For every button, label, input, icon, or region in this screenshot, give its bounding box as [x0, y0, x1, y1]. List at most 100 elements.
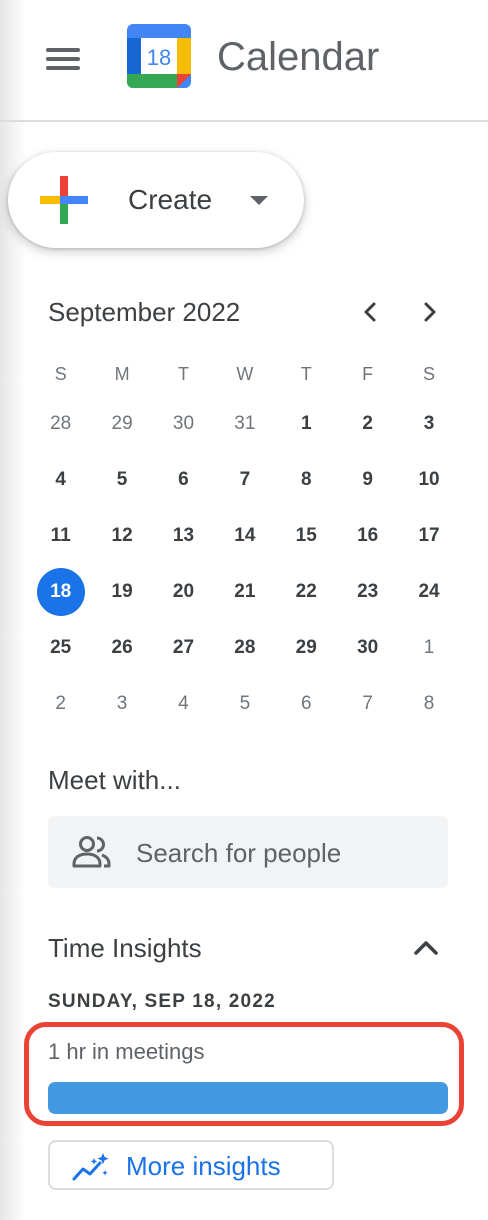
- day-number[interactable]: 8: [405, 680, 453, 728]
- day-number[interactable]: 30: [344, 624, 392, 672]
- day-number[interactable]: 15: [282, 512, 330, 560]
- day-number[interactable]: 3: [405, 400, 453, 448]
- day-number[interactable]: 16: [344, 512, 392, 560]
- day-number[interactable]: 12: [98, 512, 146, 560]
- day-number[interactable]: 4: [159, 680, 207, 728]
- create-button[interactable]: Create: [8, 152, 304, 248]
- weekday-label: W: [236, 363, 254, 384]
- chevron-up-icon[interactable]: [408, 932, 444, 964]
- day-cell: 9: [337, 452, 398, 508]
- meet-with-heading: Meet with...: [48, 765, 181, 795]
- day-number[interactable]: 6: [159, 456, 207, 504]
- day-number[interactable]: 14: [221, 512, 269, 560]
- day-number[interactable]: 8: [282, 456, 330, 504]
- day-number[interactable]: 7: [344, 680, 392, 728]
- weekday-label: S: [54, 363, 67, 384]
- weekday-label: M: [114, 363, 130, 384]
- day-cell: 29: [276, 620, 337, 676]
- day-cell: 20: [153, 564, 214, 620]
- search-people-placeholder: Search for people: [136, 838, 342, 868]
- day-number[interactable]: 30: [159, 400, 207, 448]
- day-cell: 7: [214, 452, 275, 508]
- create-label: Create: [128, 184, 213, 215]
- search-people-input[interactable]: Search for people: [48, 816, 448, 888]
- people-icon: [72, 836, 111, 868]
- day-cell: 1: [398, 620, 459, 676]
- day-number[interactable]: 19: [98, 568, 146, 616]
- more-insights-button[interactable]: More insights: [48, 1140, 334, 1190]
- day-cell: 18: [30, 564, 91, 620]
- google-plus-icon: [40, 176, 88, 224]
- logo-day-number: 18: [147, 45, 171, 70]
- weekday-cell: S: [398, 352, 459, 396]
- weekday-header-row: SMTWTFS: [30, 352, 460, 396]
- weekday-cell: M: [91, 352, 152, 396]
- day-cell: 14: [214, 508, 275, 564]
- day-number[interactable]: 23: [344, 568, 392, 616]
- day-number[interactable]: 5: [98, 456, 146, 504]
- more-insights-label: More insights: [126, 1151, 281, 1181]
- meetings-progress-bar[interactable]: [48, 1082, 448, 1114]
- day-cell: 13: [153, 508, 214, 564]
- day-number[interactable]: 6: [282, 680, 330, 728]
- day-cell: 1: [276, 396, 337, 452]
- day-number[interactable]: 28: [221, 624, 269, 672]
- week-row: 2345678: [30, 676, 460, 732]
- weekday-label: T: [177, 363, 189, 384]
- day-cell: 5: [91, 452, 152, 508]
- day-number[interactable]: 31: [221, 400, 269, 448]
- day-cell: 24: [398, 564, 459, 620]
- day-cell: 17: [398, 508, 459, 564]
- day-number[interactable]: 17: [405, 512, 453, 560]
- day-number[interactable]: 7: [221, 456, 269, 504]
- day-number[interactable]: 29: [98, 400, 146, 448]
- insights-sparkle-icon: [72, 1153, 109, 1181]
- day-cell: 3: [91, 676, 152, 732]
- day-cell: 25: [30, 620, 91, 676]
- caret-down-icon[interactable]: [250, 196, 268, 205]
- day-cell: 31: [214, 396, 275, 452]
- day-today[interactable]: 18: [36, 568, 85, 616]
- day-number[interactable]: 11: [37, 512, 85, 560]
- day-cell: 3: [398, 396, 459, 452]
- day-number[interactable]: 5: [221, 680, 269, 728]
- calendar-logo-icon: 18: [127, 24, 191, 88]
- day-number[interactable]: 13: [159, 512, 207, 560]
- day-number[interactable]: 2: [37, 680, 85, 728]
- day-cell: 29: [91, 396, 152, 452]
- meetings-progress-fill: [48, 1082, 448, 1114]
- day-number[interactable]: 9: [344, 456, 392, 504]
- day-number[interactable]: 2: [344, 400, 392, 448]
- meetings-summary-text: 1 hr in meetings: [48, 1039, 205, 1064]
- day-number[interactable]: 26: [98, 624, 146, 672]
- day-cell: 30: [337, 620, 398, 676]
- week-row: 28 29 30 31 1 2 3: [30, 396, 460, 452]
- chevron-left-icon[interactable]: [356, 296, 384, 328]
- day-number[interactable]: 1: [405, 624, 453, 672]
- day-number[interactable]: 10: [405, 456, 453, 504]
- day-cell: 2: [337, 396, 398, 452]
- day-number[interactable]: 3: [98, 680, 146, 728]
- day-number[interactable]: 25: [37, 624, 85, 672]
- day-cell: 22: [276, 564, 337, 620]
- day-number[interactable]: 1: [282, 400, 330, 448]
- day-cell: 28: [214, 620, 275, 676]
- day-cell: 6: [153, 452, 214, 508]
- day-number[interactable]: 29: [282, 624, 330, 672]
- day-number[interactable]: 21: [221, 568, 269, 616]
- day-number[interactable]: 20: [159, 568, 207, 616]
- day-number[interactable]: 28: [37, 400, 85, 448]
- day-number[interactable]: 27: [159, 624, 207, 672]
- day-number[interactable]: 24: [405, 568, 453, 616]
- chevron-right-icon[interactable]: [416, 296, 444, 328]
- day-number[interactable]: 4: [37, 456, 85, 504]
- week-row: 11 12 13 14 15 16 17: [30, 508, 460, 564]
- hamburger-menu-icon[interactable]: [44, 46, 82, 70]
- day-cell: 23: [337, 564, 398, 620]
- day-cell: 16: [337, 508, 398, 564]
- week-row: 4 5 6 7 8 9 10: [30, 452, 460, 508]
- weekday-cell: T: [276, 352, 337, 396]
- day-cell: 2: [30, 676, 91, 732]
- weekday-label: S: [423, 363, 436, 384]
- day-number[interactable]: 22: [282, 568, 330, 616]
